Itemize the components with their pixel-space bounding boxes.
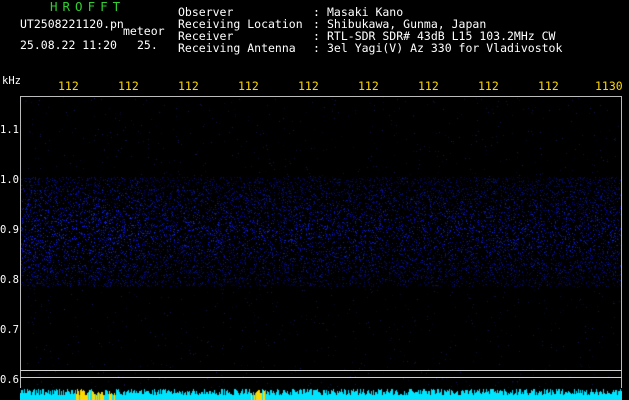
x-tick-label: 1130	[595, 79, 623, 93]
app-title: HROFFT	[50, 0, 126, 14]
file-name: UT2508221120.pn	[20, 17, 124, 31]
y-tick-label: 0.7	[0, 324, 19, 336]
y-tick-label: 1.0	[0, 174, 19, 186]
minute-value: 25.	[137, 38, 158, 52]
reference-line	[20, 370, 622, 371]
y-tick-label: 0.6	[0, 374, 19, 386]
x-tick-label: 112	[118, 79, 139, 93]
x-tick-label: 112	[58, 79, 79, 93]
x-tick-label: 112	[418, 79, 439, 93]
info-label-antenna: Receiving Antenna	[178, 41, 296, 55]
spectrogram-plot	[20, 96, 622, 394]
reference-line	[20, 377, 622, 378]
info-value-antenna: 3el Yagi(V) Az 330 for Vladivostok	[327, 41, 563, 55]
x-tick-label: 112	[298, 79, 319, 93]
spectrogram-canvas	[21, 97, 621, 394]
info-colon: :	[313, 41, 320, 55]
y-axis-unit: kHz	[2, 75, 21, 87]
x-tick-label: 112	[358, 79, 379, 93]
y-tick-label: 1.1	[0, 124, 19, 136]
x-tick-label: 112	[178, 79, 199, 93]
y-tick-label: 0.8	[0, 274, 19, 286]
x-tick-label: 112	[478, 79, 499, 93]
date-time: 25.08.22 11:20	[20, 38, 117, 52]
y-tick-label: 0.9	[0, 224, 19, 236]
power-strip	[20, 388, 622, 400]
x-tick-label: 112	[238, 79, 259, 93]
x-tick-label: 112	[538, 79, 559, 93]
mode-label: meteor	[123, 24, 165, 38]
